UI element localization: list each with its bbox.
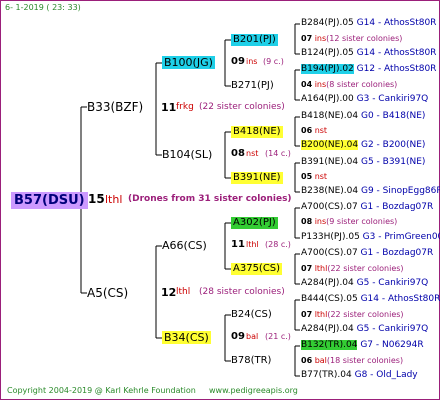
ancestor-row[interactable]: B391(NE).04 G5 - B391(NE) bbox=[301, 158, 425, 167]
root-drone-count: 15 bbox=[88, 192, 105, 206]
ancestor-row[interactable]: A700(CS).07 G1 - Bozdag07R bbox=[301, 203, 433, 212]
b24-drones: 07 lthl(22 sister colonies) bbox=[301, 310, 404, 319]
queen-b271[interactable]: B271(PJ) bbox=[231, 81, 274, 91]
footer-site-link[interactable]: www.pedigreeapis.org bbox=[209, 387, 298, 395]
queen-b34[interactable]: B34(CS) bbox=[162, 331, 211, 344]
b271-drones: 04 ins(8 sister colonies) bbox=[301, 80, 398, 89]
ancestor-row[interactable]: A284(PJ).04 G5 - Cankiri97Q bbox=[301, 325, 428, 334]
ancestor-row[interactable]: B284(PJ).05 G14 - AthosSt80R bbox=[301, 19, 436, 28]
queen-b201[interactable]: B201(PJ) bbox=[231, 34, 278, 46]
queen-b34-note: (21 c.) bbox=[265, 332, 291, 341]
queen-b418[interactable]: B418(NE) bbox=[231, 126, 283, 138]
ancestor-row[interactable]: A700(CS).07 G1 - Bozdag07R bbox=[301, 249, 433, 258]
ancestor-row[interactable]: A164(PJ).00 G3 - Cankiri97Q bbox=[301, 95, 428, 104]
queen-b104-num: 08 bbox=[231, 148, 245, 159]
queen-b24[interactable]: B24(CS) bbox=[231, 310, 272, 320]
footer-copyright: Copyright 2004-2019 @ Karl Kehrle Founda… bbox=[7, 386, 196, 395]
queen-b78[interactable]: B78(TR) bbox=[231, 356, 271, 366]
ancestor-row[interactable]: A284(PJ).04 G5 - Cankiri97Q bbox=[301, 279, 428, 288]
sire-queen[interactable]: B33(BZF) bbox=[87, 101, 143, 113]
ancestor-row[interactable]: B77(TR).04 G8 - Old_Lady bbox=[301, 371, 418, 380]
queen-b104[interactable]: B104(SL) bbox=[162, 149, 212, 160]
sire-race: frkg bbox=[176, 102, 194, 112]
ancestor-row[interactable]: B418(NE).04 G0 - B418(NE) bbox=[301, 112, 425, 121]
sire-note: (22 sister colonies) bbox=[199, 102, 285, 112]
ancestor-row[interactable]: B194(PJ).02 G12 - AthosSt80R bbox=[301, 64, 436, 74]
queen-a302[interactable]: A302(PJ) bbox=[231, 217, 278, 229]
ancestor-row[interactable]: B132(TR).04 G7 - N06294R bbox=[301, 340, 424, 350]
queen-b34-race: bal bbox=[246, 332, 259, 341]
queen-b104-race: nst bbox=[246, 149, 259, 158]
ancestor-row[interactable]: P133H(PJ).05 G3 - PrimGreen00 bbox=[301, 233, 440, 242]
dam-note: (28 sister colonies) bbox=[199, 287, 285, 297]
dam-queen[interactable]: A5(CS) bbox=[87, 287, 128, 299]
a375-drones: 07 lthl(22 sister colonies) bbox=[301, 264, 404, 273]
queen-b100-num: 09 bbox=[231, 56, 245, 67]
ancestor-row[interactable]: B200(NE).04 G2 - B200(NE) bbox=[301, 140, 425, 150]
b201-drones: 07 ins(12 sister colonies) bbox=[301, 34, 403, 43]
queen-a66-note: (28 c.) bbox=[265, 240, 291, 249]
root-race: lthl bbox=[105, 193, 123, 206]
root-drone-note: (Drones from 31 sister colonies) bbox=[128, 194, 292, 204]
b418-drones: 06 nst bbox=[301, 126, 328, 135]
queen-b100-race: ins bbox=[246, 57, 258, 66]
queen-b100-note: (9 c.) bbox=[263, 57, 284, 66]
a302-drones: 08 ins(9 sister colonies) bbox=[301, 217, 398, 226]
queen-b104-note: (14 c.) bbox=[265, 149, 291, 158]
dam-num: 12 bbox=[161, 286, 177, 299]
sire-num: 11 bbox=[161, 101, 177, 114]
queen-a66-race: lthl bbox=[246, 240, 259, 249]
b391-drones: 05 nst bbox=[301, 172, 328, 181]
queen-b100[interactable]: B100(JG) bbox=[162, 56, 215, 69]
dam-race: lthl bbox=[176, 287, 191, 297]
ancestor-row[interactable]: B444(CS).05 G14 - AthosSt80R bbox=[301, 295, 440, 304]
queen-a375[interactable]: A375(CS) bbox=[231, 263, 283, 275]
header-date: 6- 1-2019 ( 23: 33) bbox=[5, 3, 81, 12]
queen-b391[interactable]: B391(NE) bbox=[231, 172, 283, 184]
queen-b34-num: 09 bbox=[231, 331, 245, 342]
root-queen[interactable]: B57(DSU) bbox=[11, 192, 88, 209]
queen-a66-num: 11 bbox=[231, 239, 245, 250]
b78-drones: 06 bal(18 sister colonies) bbox=[301, 356, 404, 365]
pedigree-frame: 6- 1-2019 ( 23: 33) B57(DSU) 15 lthl (Dr… bbox=[0, 0, 440, 400]
queen-a66[interactable]: A66(CS) bbox=[162, 240, 207, 251]
ancestor-row[interactable]: B238(NE).04 G9 - SinopEgg86R bbox=[301, 187, 440, 196]
ancestor-row[interactable]: B124(PJ).05 G14 - AthosSt80R bbox=[301, 49, 436, 58]
